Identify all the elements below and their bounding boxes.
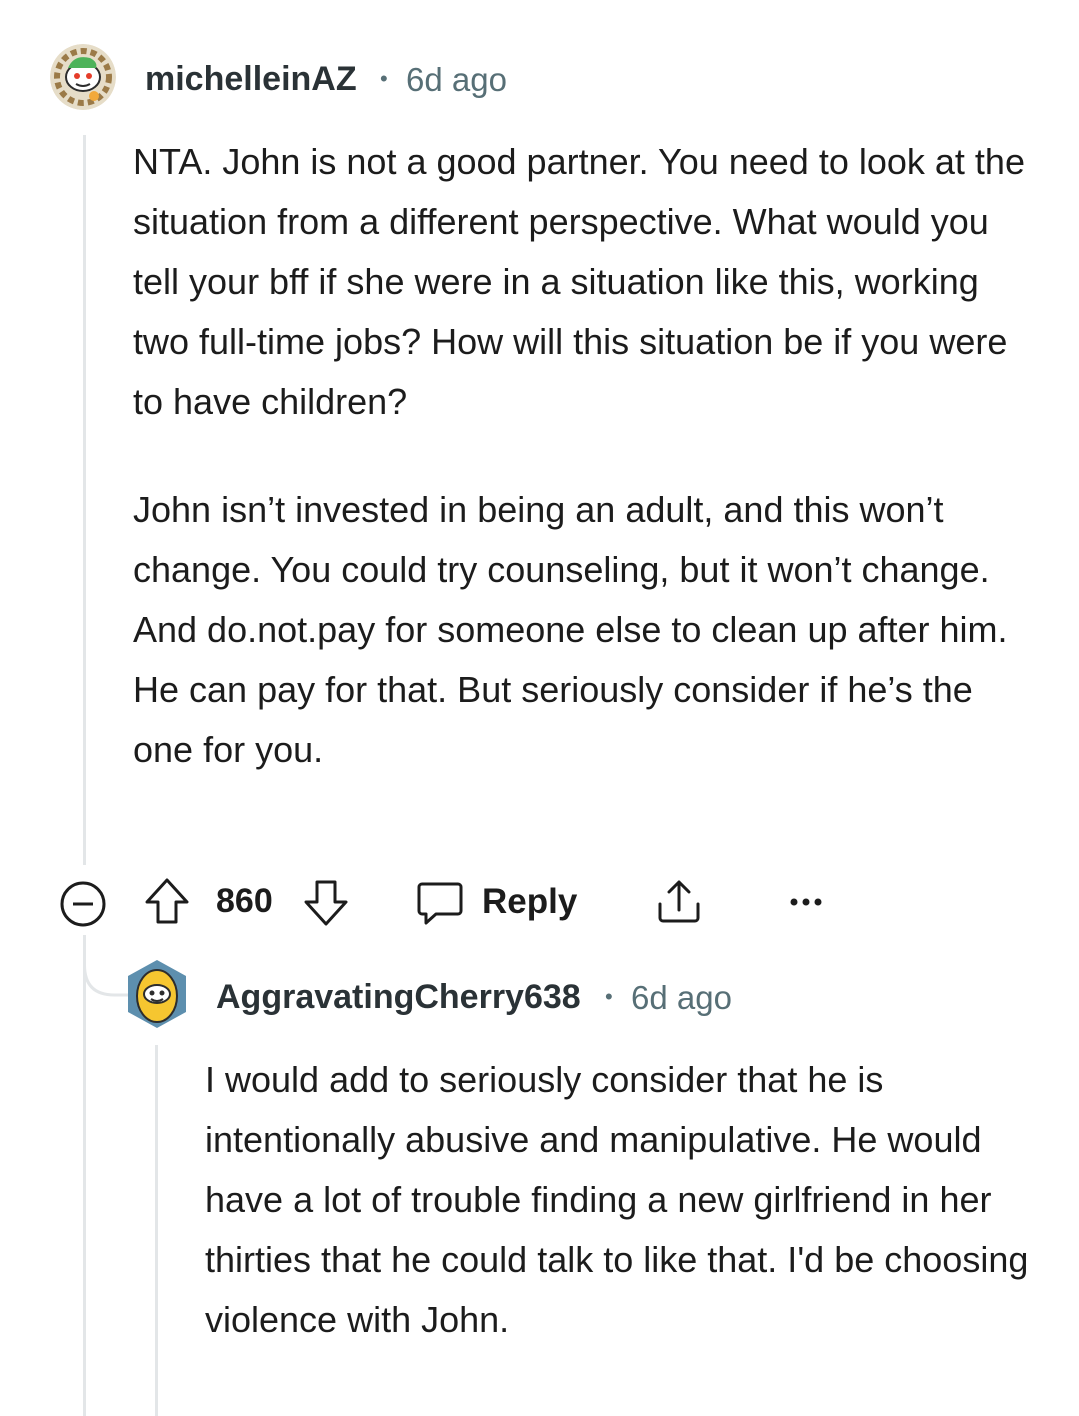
reply-paragraph: I would add to seriously consider that h… bbox=[205, 1059, 1029, 1340]
collapse-icon bbox=[60, 881, 106, 927]
more-options-icon bbox=[790, 898, 822, 906]
reply-body: I would add to seriously consider that h… bbox=[205, 1050, 1045, 1350]
reply-username[interactable]: AggravatingCherry638 bbox=[216, 978, 581, 1017]
reply-user-avatar[interactable] bbox=[124, 958, 190, 1030]
comment-paragraph: NTA. John is not a good partner. You nee… bbox=[133, 141, 1025, 422]
comment-body: NTA. John is not a good partner. You nee… bbox=[133, 132, 1033, 780]
comment-timestamp[interactable]: 6d ago bbox=[406, 61, 507, 99]
reply-label: Reply bbox=[482, 882, 578, 921]
vote-count: 860 bbox=[216, 882, 273, 920]
avatar-snoo-icon bbox=[50, 44, 116, 110]
user-avatar[interactable] bbox=[50, 44, 116, 110]
share-icon bbox=[658, 880, 700, 923]
downvote-icon bbox=[304, 880, 348, 926]
reply-timestamp[interactable]: 6d ago bbox=[631, 979, 732, 1017]
upvote-button[interactable] bbox=[143, 876, 191, 928]
more-options-button[interactable] bbox=[788, 892, 824, 912]
comment-bubble-icon bbox=[417, 882, 463, 925]
comment-paragraph: John isn’t invested in being an adult, a… bbox=[133, 489, 1008, 770]
thread-line-main-lower[interactable] bbox=[83, 935, 86, 1416]
upvote-icon bbox=[145, 878, 189, 924]
thread-line-main[interactable] bbox=[83, 135, 86, 865]
collapse-button[interactable] bbox=[59, 880, 107, 928]
downvote-button[interactable] bbox=[302, 876, 350, 928]
meta-separator: • bbox=[380, 66, 388, 91]
comment-username[interactable]: michelleinAZ bbox=[145, 60, 357, 99]
share-button[interactable] bbox=[654, 876, 704, 926]
meta-separator: • bbox=[605, 984, 613, 1009]
reply-button[interactable]: Reply bbox=[416, 878, 577, 926]
thread-line-reply[interactable] bbox=[155, 1045, 158, 1416]
avatar-snoo-icon bbox=[128, 960, 186, 1028]
